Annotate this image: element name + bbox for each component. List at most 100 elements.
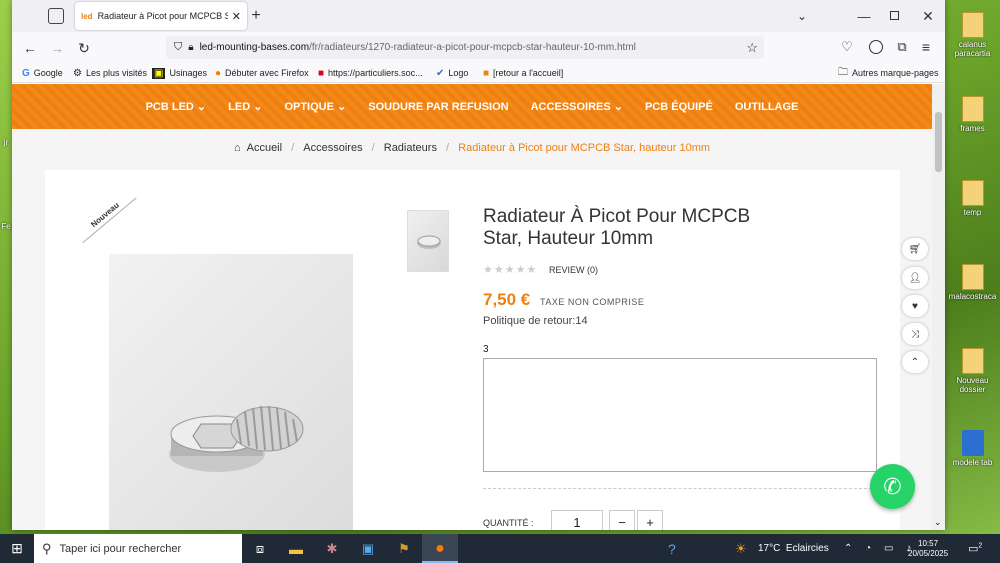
windows-start-icon[interactable]: ⊞ — [0, 540, 34, 557]
chevron-down-icon[interactable]: ⌄ — [792, 6, 812, 26]
site-icon: ▣ — [152, 67, 166, 79]
breadcrumb-accessoires[interactable]: Accessoires — [303, 142, 362, 154]
back-arrow-icon[interactable]: ← — [20, 38, 40, 58]
file-explorer-icon[interactable]: ▬ — [278, 541, 314, 557]
tab-active[interactable]: led Radiateur à Picot pour MCPCB S ✕ — [75, 2, 247, 30]
bookmark-other[interactable]: 🗀︎ Autres marque-pages — [838, 66, 939, 80]
minimize-icon[interactable]: — — [854, 6, 874, 26]
close-tab-icon[interactable]: ✕ — [232, 10, 241, 23]
gear-icon: ⚙ — [73, 67, 82, 79]
desktop-icon-frames[interactable]: frames — [945, 96, 1000, 133]
tab-overview-icon[interactable] — [48, 8, 64, 24]
folder-icon — [961, 264, 984, 290]
menu-pcb-equipe[interactable]: PCB ÉQUIPÉ — [645, 101, 713, 113]
review-link[interactable]: REVIEW (0) — [549, 265, 598, 275]
bookmark-retour[interactable]: ■ [retour a l'accueil] — [483, 66, 563, 80]
bookmark-firefox[interactable]: ● Débuter avec Firefox — [215, 66, 309, 80]
price: 7,50 € — [483, 290, 531, 309]
desktop-left-label: jr — [3, 138, 9, 147]
shuffle-icon[interactable]: ⤨ — [902, 323, 928, 345]
whatsapp-icon[interactable]: ✆ — [870, 464, 915, 509]
hamburger-menu-icon[interactable]: ≡ — [917, 38, 935, 56]
task-view-icon[interactable]: ⧈ — [242, 541, 278, 557]
firefox-taskbar-icon[interactable]: ● — [422, 534, 458, 563]
quantity-plus-button[interactable]: + — [637, 510, 663, 530]
desktop-icon-malacostraca[interactable]: malacostraca — [945, 264, 1000, 301]
app-icon-2[interactable]: ⚑ — [386, 541, 422, 557]
menu-soudure[interactable]: SOUDURE PAR REFUSION — [368, 101, 508, 113]
word-document-icon — [961, 430, 984, 456]
lock-icon[interactable]: 🔒︎ — [188, 42, 193, 53]
pocket-icon[interactable]: ♡ — [838, 38, 856, 56]
breadcrumb-home[interactable]: Accueil — [247, 142, 282, 154]
tab-bar: led Radiateur à Picot pour MCPCB S ✕ + ⌄… — [12, 0, 945, 32]
close-window-icon[interactable]: ✕ — [918, 6, 938, 26]
url-bar[interactable]: ⛉ 🔒︎ led-mounting-bases.com /fr/radiateu… — [166, 36, 764, 59]
taskbar-search[interactable]: ⚲ Taper ici pour rechercher — [34, 534, 242, 563]
desktop-icon-temp[interactable]: temp — [945, 180, 1000, 217]
scroll-top-icon[interactable]: ⌃ — [902, 351, 928, 373]
search-icon: ⚲ — [42, 540, 52, 556]
url-path: /fr/radiateurs/1270-radiateur-a-picot-po… — [309, 42, 636, 53]
menu-optique[interactable]: OPTIQUE ⌄ — [284, 100, 346, 113]
bookmark-star-icon[interactable]: ☆ — [746, 40, 758, 56]
desktop-icon-nouveau-dossier[interactable]: Nouveau dossier — [945, 348, 1000, 394]
menu-accessoires[interactable]: ACCESSOIRES ⌄ — [531, 100, 623, 113]
heart-icon[interactable]: ♥ — [902, 295, 928, 317]
folder-icon: 🗀︎ — [838, 66, 848, 78]
breadcrumb: ⌂ Accueil / Accessoires / Radiateurs / Ra… — [233, 142, 711, 154]
quantity-label: QUANTITÉ : — [483, 518, 534, 528]
user-icon[interactable]: 👤︎ — [902, 267, 928, 289]
bookmark-most-visited[interactable]: ⚙ Les plus visités — [73, 66, 147, 80]
store-icon[interactable]: ▣ — [350, 541, 386, 557]
product-thumbnail[interactable] — [407, 210, 449, 272]
bookmark-google[interactable]: G Google — [22, 66, 63, 80]
nav-bar: ← → ↻ ⛉ 🔒︎ led-mounting-bases.com /fr/ra… — [12, 32, 945, 63]
desktop-left-label: Fe — [1, 222, 11, 231]
divider — [483, 488, 877, 489]
account-icon[interactable] — [869, 40, 883, 54]
custom-field-label: 3 — [483, 344, 489, 355]
menu-led[interactable]: LED ⌄ — [228, 100, 262, 113]
cart-icon[interactable]: 🛒︎ — [902, 238, 928, 260]
quantity-input[interactable]: 1 — [551, 510, 603, 530]
breadcrumb-radiateurs[interactable]: Radiateurs — [384, 142, 437, 154]
maximize-icon[interactable] — [890, 11, 899, 20]
thumbnail-image — [417, 235, 441, 249]
bookmark-usinages[interactable]: ▣ Usinages — [152, 66, 207, 80]
menu-outillage[interactable]: OUTILLAGE — [735, 101, 799, 113]
product-title: Radiateur À Picot Pour MCPCB Star, Haute… — [483, 206, 751, 249]
new-tab-icon[interactable]: + — [246, 6, 266, 26]
breadcrumb-current: Radiateur à Picot pour MCPCB Star, haute… — [458, 142, 711, 154]
desktop-icon-modele-tab[interactable]: modele tab — [945, 430, 1000, 467]
google-icon: G — [22, 67, 30, 79]
desktop-icon-calanus[interactable]: calanus paracartia — [945, 12, 1000, 58]
product-image[interactable] — [109, 254, 353, 530]
custom-text-field[interactable] — [483, 358, 877, 472]
forward-arrow-icon[interactable]: → — [47, 38, 67, 58]
app-icon-1[interactable]: ✱ — [314, 541, 350, 557]
quantity-minus-button[interactable]: − — [609, 510, 635, 530]
menu-pcb-led[interactable]: PCB LED ⌄ — [146, 100, 207, 113]
tab-title: Radiateur à Picot pour MCPCB S — [97, 11, 228, 21]
product-card: Nouveau Radiateur À Picot Pour MCPCB Sta… — [45, 170, 900, 530]
bookmark-logo[interactable]: ✔ Logo — [436, 66, 468, 80]
weather-text[interactable]: 17°C Eclaircies — [758, 543, 829, 554]
clock[interactable]: 10:57 20/05/2025 — [908, 539, 948, 559]
help-icon[interactable]: ? — [668, 541, 676, 557]
new-badge: Nouveau — [75, 188, 137, 244]
firefox-icon: ● — [215, 67, 222, 79]
scrollbar[interactable]: ⌄ — [932, 84, 945, 530]
bookmark-particuliers[interactable]: ■ https://particuliers.soc... — [318, 66, 423, 80]
extensions-icon[interactable]: ⧉ — [893, 38, 911, 56]
notification-icon[interactable]: ▭2 — [968, 542, 982, 555]
reload-icon[interactable]: ↻ — [74, 38, 94, 58]
weather-icon[interactable]: ☀ — [735, 541, 747, 557]
system-tray-icons[interactable]: ⌃ ◔ ▭ ♪ — [844, 543, 916, 554]
home-icon[interactable]: ⌂ — [234, 142, 241, 154]
scrollbar-thumb[interactable] — [935, 112, 942, 172]
date: 20/05/2025 — [908, 548, 949, 558]
scroll-down-icon[interactable]: ⌄ — [934, 517, 942, 528]
shield-icon[interactable]: ⛉ — [174, 41, 182, 54]
time: 10:57 — [918, 538, 939, 548]
